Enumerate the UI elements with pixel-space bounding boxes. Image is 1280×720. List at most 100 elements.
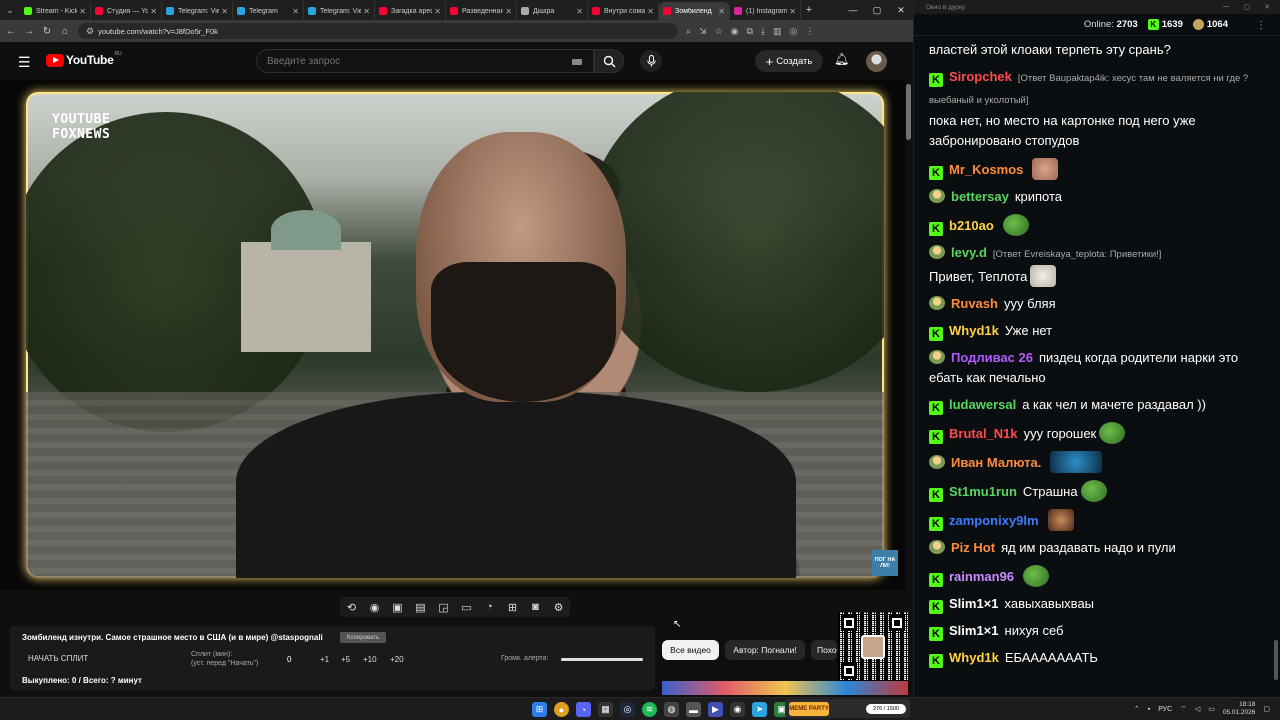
- related-video-thumbnails[interactable]: [662, 681, 908, 695]
- theater-icon[interactable]: ▭: [458, 601, 476, 614]
- loop-icon[interactable]: ⟲: [343, 601, 361, 614]
- new-tab-icon[interactable]: +: [801, 4, 817, 16]
- chrome-icon[interactable]: ●: [554, 702, 569, 717]
- settings-gear-icon[interactable]: ⚙: [550, 601, 568, 614]
- chat-username[interactable]: Whyd1k: [949, 650, 999, 665]
- picture-in-picture-icon[interactable]: ◲: [435, 601, 453, 614]
- tab-close-icon[interactable]: ✕: [221, 7, 228, 16]
- battery-icon[interactable]: ▭: [1208, 705, 1215, 713]
- site-info-icon[interactable]: ⚙: [86, 26, 94, 37]
- file-explorer-icon[interactable]: ▦: [598, 702, 613, 717]
- chat-username[interactable]: St1mu1run: [949, 484, 1017, 499]
- chat-scrollbar-thumb[interactable]: [1274, 640, 1278, 680]
- chat-username[interactable]: Подливас 26: [951, 350, 1033, 365]
- hamburger-menu-icon[interactable]: ☰: [18, 54, 31, 71]
- chat-scrollbar[interactable]: [1274, 40, 1278, 690]
- download-icon[interactable]: ⤓: [761, 26, 765, 37]
- screenshot-icon[interactable]: ◙: [527, 601, 545, 613]
- broadcast-icon[interactable]: ◉: [366, 601, 384, 614]
- chat-username[interactable]: Иван Малюта.: [951, 455, 1041, 470]
- start-split-button[interactable]: НАЧАТЬ СПЛИТ: [28, 654, 88, 663]
- language-indicator[interactable]: РУС: [1158, 706, 1172, 713]
- browser-tab[interactable]: Дiшiра ✕: [517, 2, 588, 20]
- chip-all-videos[interactable]: Все видео: [662, 640, 719, 660]
- voice-search-button[interactable]: [640, 50, 662, 72]
- chat-menu-icon[interactable]: ⋮: [1256, 20, 1266, 31]
- extensions-icon[interactable]: ⧉: [747, 26, 753, 37]
- meme-party-app[interactable]: MEME PARTY 276 / 1500: [785, 699, 910, 718]
- volume-icon[interactable]: ◁: [1195, 705, 1200, 713]
- home-icon[interactable]: ⌂: [60, 26, 70, 37]
- browser-tab[interactable]: Telegram: View✕: [304, 2, 375, 20]
- tray-overflow-icon[interactable]: ⌃: [1134, 705, 1140, 713]
- chip-similar[interactable]: Похо: [811, 640, 837, 660]
- tab-close-icon[interactable]: ✕: [434, 7, 441, 16]
- tab-close-icon[interactable]: ✕: [292, 7, 299, 16]
- network-icon[interactable]: ⌔: [1180, 705, 1187, 714]
- chat-minimize-icon[interactable]: —: [1223, 3, 1230, 11]
- screencast-icon[interactable]: ▣: [389, 601, 407, 614]
- chat-username[interactable]: zamponixy9lm: [949, 513, 1039, 528]
- search-button[interactable]: [594, 49, 624, 73]
- chat-username[interactable]: Mr_Kosmos: [949, 162, 1023, 177]
- player-icon[interactable]: ▶: [708, 702, 723, 717]
- tab-close-icon[interactable]: ✕: [505, 7, 512, 16]
- tab-search-icon[interactable]: ⌄: [0, 0, 20, 20]
- chat-username[interactable]: b210ao: [949, 218, 994, 233]
- chat-username[interactable]: Piz Hot: [951, 540, 995, 555]
- notifications-bell-icon[interactable]: 🔔︎: [834, 52, 849, 66]
- browser-tab[interactable]: Зомбиленд ✕: [659, 2, 730, 20]
- youtube-logo[interactable]: YouTube RU: [46, 51, 122, 67]
- windows-start-icon[interactable]: ⊞: [532, 702, 547, 717]
- tab-close-icon[interactable]: ✕: [647, 7, 654, 16]
- maximize-icon[interactable]: ▢: [865, 5, 889, 16]
- add-icon[interactable]: ⊞: [504, 601, 522, 614]
- chat-close-icon[interactable]: ✕: [1264, 3, 1270, 11]
- tab-close-icon[interactable]: ✕: [789, 7, 796, 16]
- chat-username[interactable]: bettersay: [951, 189, 1009, 204]
- tab-close-icon[interactable]: ✕: [718, 7, 725, 16]
- browser-tab[interactable]: Загадка арест✕: [375, 2, 446, 20]
- chat-username[interactable]: Ruvash: [951, 296, 998, 311]
- browser-tab[interactable]: Разведенная ✕: [446, 2, 517, 20]
- steam-icon[interactable]: ◎: [620, 702, 635, 717]
- browser-tab[interactable]: Telegram ✕: [233, 2, 304, 20]
- browser-tab[interactable]: Telegram: View✕: [162, 2, 233, 20]
- chat-reply-quote[interactable]: [Ответ Evreiskaya_teplota: Приветики!]: [993, 249, 1162, 260]
- increment-1-button[interactable]: +1: [320, 655, 329, 664]
- clapper-icon[interactable]: ▤: [412, 601, 430, 614]
- search-input[interactable]: [257, 50, 593, 72]
- keyboard-icon[interactable]: [572, 59, 582, 65]
- page-scrollbar-thumb[interactable]: [906, 84, 911, 140]
- discord-icon[interactable]: ◔: [576, 702, 591, 717]
- chat-username[interactable]: rainman96: [949, 569, 1014, 584]
- reload-icon[interactable]: ↻: [42, 26, 52, 37]
- notification-icon[interactable]: ▢: [1263, 705, 1270, 713]
- url-field[interactable]: ⚙ youtube.com/watch?v=J8fDo5r_F0k: [78, 23, 678, 39]
- obs-icon[interactable]: ◉: [730, 702, 745, 717]
- video-player[interactable]: YOUTUBE FOXNEWS ПОГ НА ЛИ!: [0, 80, 913, 590]
- app-icon-1[interactable]: ◍: [664, 702, 679, 717]
- video-frame[interactable]: YOUTUBE FOXNEWS: [26, 92, 884, 578]
- install-icon[interactable]: ⇲: [699, 26, 707, 37]
- chat-username[interactable]: ludawersal: [949, 397, 1016, 412]
- telegram-icon[interactable]: ➤: [752, 702, 767, 717]
- increment-20-button[interactable]: +20: [390, 655, 404, 664]
- chip-author[interactable]: Автор: Погнали!: [725, 640, 805, 660]
- forward-icon[interactable]: →: [24, 26, 34, 37]
- extension-icon[interactable]: ◉: [731, 26, 739, 37]
- minimize-icon[interactable]: —: [841, 5, 865, 16]
- chat-username[interactable]: Brutal_N1k: [949, 426, 1018, 441]
- speed-icon[interactable]: ◔: [481, 601, 499, 613]
- create-button[interactable]: + Создать: [755, 50, 823, 72]
- browser-tab[interactable]: Студия — YouTube✕: [91, 2, 162, 20]
- tab-close-icon[interactable]: ✕: [150, 7, 157, 16]
- tab-close-icon[interactable]: ✕: [576, 7, 583, 16]
- spotify-icon[interactable]: ≋: [642, 702, 657, 717]
- tray-app-icon[interactable]: ▪: [1148, 706, 1150, 713]
- tab-close-icon[interactable]: ✕: [363, 7, 370, 16]
- chat-username[interactable]: Whyd1k: [949, 323, 999, 338]
- copy-button[interactable]: Копировать: [340, 632, 386, 643]
- clock[interactable]: 18:18 05.01.2026: [1223, 701, 1256, 717]
- page-scrollbar[interactable]: [905, 80, 913, 690]
